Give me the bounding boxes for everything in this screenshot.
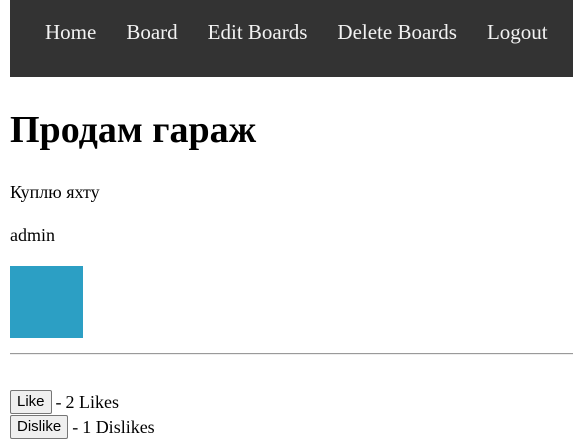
top-navigation: Home Board Edit Boards Delete Boards Log…: [10, 0, 573, 77]
post-image: [10, 266, 83, 338]
nav-board-link[interactable]: Board: [111, 0, 192, 45]
nav-logout-link[interactable]: Logout: [472, 0, 563, 45]
like-button[interactable]: Like: [10, 389, 52, 414]
post-description: Куплю яхту: [10, 182, 100, 202]
post-title: Продам гараж: [10, 109, 257, 151]
like-count: 2 Likes: [65, 391, 120, 412]
dislike-separator: -: [72, 416, 79, 437]
dislike-button[interactable]: Dislike: [10, 414, 69, 439]
dislike-count: 1 Dislikes: [82, 416, 155, 437]
nav-delete-boards-link[interactable]: Delete Boards: [322, 0, 472, 45]
dislike-row: Dislike - 1 Dislikes: [10, 414, 573, 439]
like-separator: -: [55, 391, 62, 412]
nav-edit-boards-link[interactable]: Edit Boards: [193, 0, 323, 45]
like-row: Like - 2 Likes: [10, 389, 573, 414]
vote-section: Like - 2 Likes Dislike - 1 Dislikes: [10, 389, 573, 439]
post-author: admin: [10, 225, 55, 245]
nav-home-link[interactable]: Home: [30, 0, 111, 45]
divider: [10, 353, 573, 355]
